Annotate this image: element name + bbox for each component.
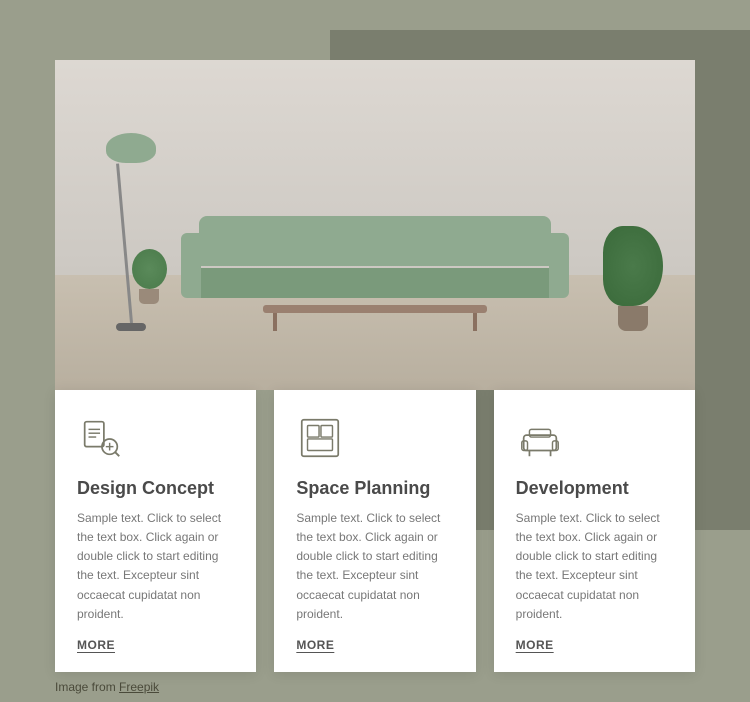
cards-section: Design Concept Sample text. Click to sel…	[55, 390, 695, 672]
card-3-text: Sample text. Click to select the text bo…	[516, 509, 673, 624]
footer-credit: Image from Freepik	[55, 680, 159, 694]
design-icon	[77, 414, 127, 464]
card-1-more[interactable]: MORE	[77, 638, 234, 652]
hero-image	[55, 60, 695, 390]
plant-right	[603, 226, 663, 331]
card-1-text: Sample text. Click to select the text bo…	[77, 509, 234, 624]
card-1-title: Design Concept	[77, 478, 234, 499]
card-2-text: Sample text. Click to select the text bo…	[296, 509, 453, 624]
plant-small	[132, 249, 167, 304]
card-2-title: Space Planning	[296, 478, 453, 499]
card-3-title: Development	[516, 478, 673, 499]
card-development: Development Sample text. Click to select…	[494, 390, 695, 672]
credit-link[interactable]: Freepik	[119, 680, 159, 694]
card-space-planning: Space Planning Sample text. Click to sel…	[274, 390, 475, 672]
card-design-concept: Design Concept Sample text. Click to sel…	[55, 390, 256, 672]
credit-prefix: Image from	[55, 680, 119, 694]
planning-icon	[296, 414, 346, 464]
card-3-more[interactable]: MORE	[516, 638, 673, 652]
page-wrapper: Design Concept Sample text. Click to sel…	[0, 0, 750, 702]
coffee-table	[263, 305, 487, 331]
development-icon	[516, 414, 566, 464]
card-2-more[interactable]: MORE	[296, 638, 453, 652]
sofa	[199, 216, 551, 298]
